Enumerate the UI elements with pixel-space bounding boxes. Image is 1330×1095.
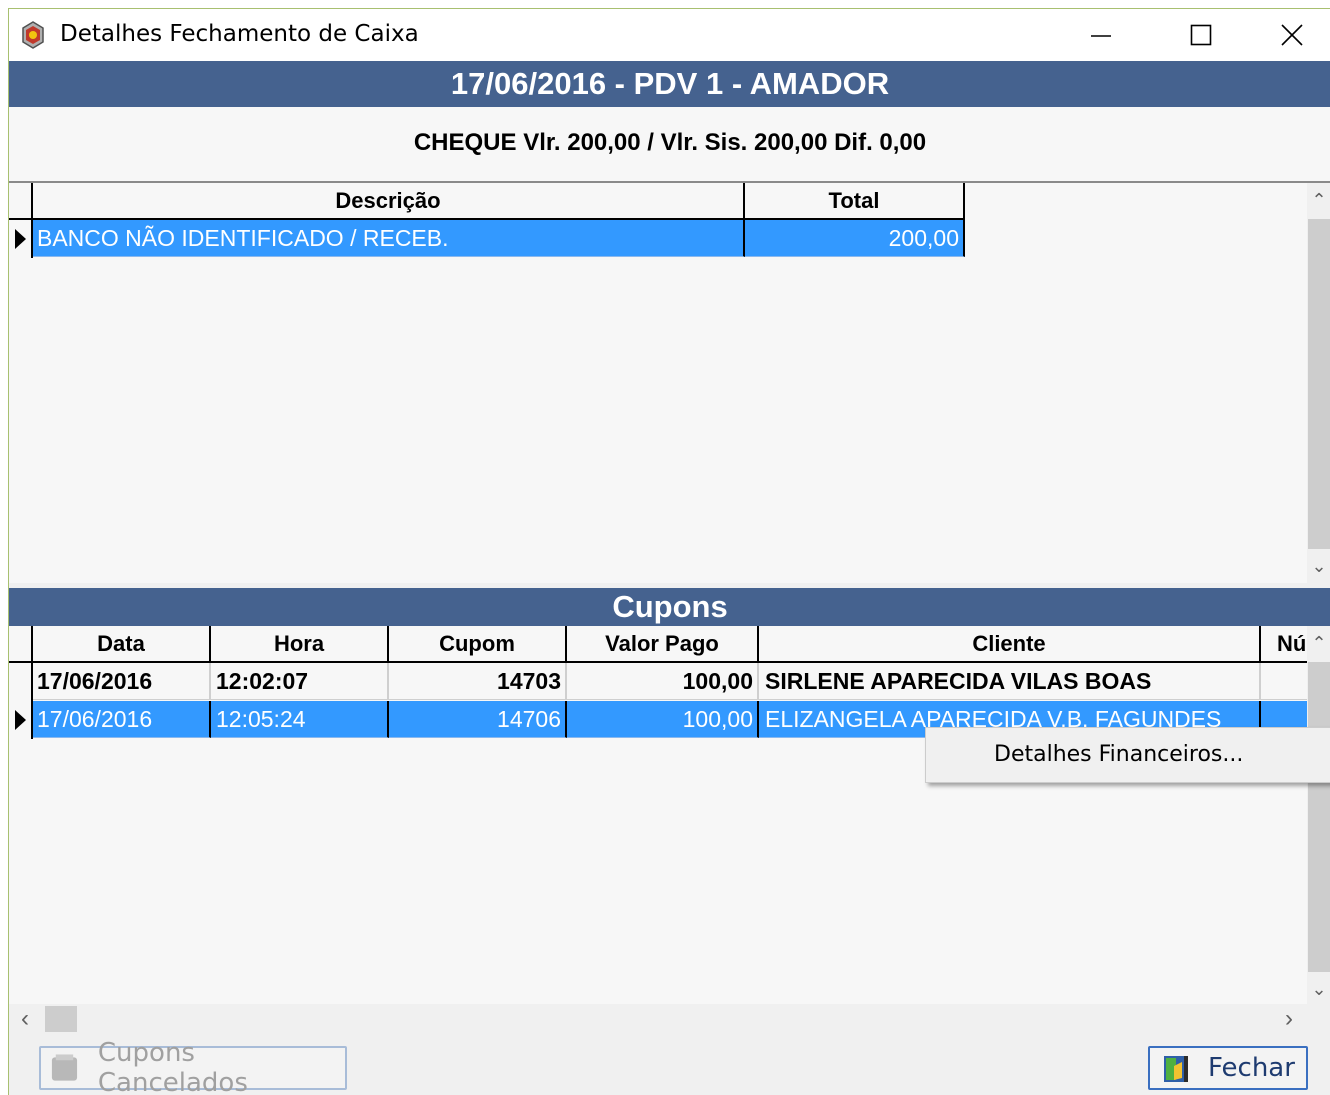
row-indicator xyxy=(9,220,33,258)
menu-item-detalhes-financeiros[interactable]: Detalhes Financeiros... xyxy=(994,742,1243,767)
column-header-hora[interactable]: Hora xyxy=(211,626,389,663)
scroll-thumb[interactable] xyxy=(45,1006,77,1032)
header-title: 17/06/2016 - PDV 1 - AMADOR xyxy=(9,61,1330,107)
close-icon xyxy=(1281,24,1303,46)
column-header-valor-pago[interactable]: Valor Pago xyxy=(567,626,759,663)
context-menu: Detalhes Financeiros... xyxy=(925,727,1330,783)
detalhes-fechamento-window: Detalhes Fechamento de Caixa 17/06/2016 … xyxy=(8,8,1330,1095)
maximize-button[interactable] xyxy=(1155,9,1247,61)
scroll-down-icon[interactable]: ⌄ xyxy=(1307,553,1330,579)
scroll-left-icon[interactable]: ‹ xyxy=(13,1005,37,1032)
table-row-descricao[interactable]: BANCO NÃO IDENTIFICADO / RECEB. xyxy=(33,220,745,257)
grid-indicator-header xyxy=(9,626,33,663)
table-row-total[interactable]: 200,00 xyxy=(745,220,965,257)
window-title: Detalhes Fechamento de Caixa xyxy=(60,21,419,47)
title-bar: Detalhes Fechamento de Caixa xyxy=(9,9,1330,61)
payments-grid[interactable]: Descrição Total BANCO NÃO IDENTIFICADO /… xyxy=(9,181,1330,583)
cupons-title: Cupons xyxy=(9,588,1330,626)
app-icon xyxy=(22,21,44,49)
current-row-arrow-icon xyxy=(15,229,26,249)
column-header-total[interactable]: Total xyxy=(745,183,965,220)
payments-vertical-scrollbar[interactable]: ⌃ ⌄ xyxy=(1307,183,1330,583)
minimize-icon xyxy=(1091,35,1111,37)
fechar-label: Fechar xyxy=(1208,1053,1295,1083)
current-row-arrow-icon xyxy=(15,710,26,730)
column-header-cliente[interactable]: Cliente xyxy=(759,626,1261,663)
table-cell-numero[interactable] xyxy=(1261,663,1307,700)
cancelled-coupons-icon xyxy=(51,1054,78,1081)
table-cell-cupom[interactable]: 14703 xyxy=(389,663,567,700)
summary-text: CHEQUE Vlr. 200,00 / Vlr. Sis. 200,00 Di… xyxy=(413,129,927,156)
column-header-descricao[interactable]: Descrição xyxy=(33,183,745,220)
scroll-down-icon[interactable]: ⌄ xyxy=(1307,976,1330,1002)
scroll-up-icon[interactable]: ⌃ xyxy=(1307,187,1330,213)
maximize-icon xyxy=(1190,24,1212,46)
table-cell-data[interactable]: 17/06/2016 xyxy=(33,701,211,738)
cupons-cancelados-label: Cupons Cancelados xyxy=(97,1038,248,1095)
column-header-numero[interactable]: Nú xyxy=(1261,626,1307,663)
row-indicator xyxy=(9,663,33,701)
table-cell-cliente[interactable]: SIRLENE APARECIDA VILAS BOAS xyxy=(759,663,1261,700)
scroll-right-icon[interactable]: › xyxy=(1277,1005,1301,1032)
table-cell-valor-pago[interactable]: 100,00 xyxy=(567,663,759,700)
summary-panel: CHEQUE Vlr. 200,00 / Vlr. Sis. 200,00 Di… xyxy=(9,107,1330,181)
close-button[interactable] xyxy=(1246,9,1330,61)
table-cell-cupom[interactable]: 14706 xyxy=(389,701,567,738)
cupons-vertical-scrollbar[interactable]: ⌃ ⌄ xyxy=(1307,626,1330,1004)
table-cell-valor-pago[interactable]: 100,00 xyxy=(567,701,759,738)
scroll-up-icon[interactable]: ⌃ xyxy=(1307,630,1330,656)
row-indicator xyxy=(9,701,33,739)
fechar-button[interactable]: Fechar xyxy=(1148,1046,1308,1090)
grid-indicator-header xyxy=(9,183,33,220)
table-cell-hora[interactable]: 12:02:07 xyxy=(211,663,389,700)
cupons-grid[interactable]: Data Hora Cupom Valor Pago Cliente Nú 17… xyxy=(9,626,1330,1004)
cupons-cancelados-button[interactable]: Cupons Cancelados xyxy=(39,1038,347,1095)
scroll-thumb[interactable] xyxy=(1308,662,1330,972)
door-exit-icon xyxy=(1164,1056,1188,1082)
column-header-data[interactable]: Data xyxy=(33,626,211,663)
button-bar: Cupons Cancelados Fechar xyxy=(9,1034,1330,1095)
table-cell-hora[interactable]: 12:05:24 xyxy=(211,701,389,738)
scroll-thumb[interactable] xyxy=(1308,219,1330,549)
cupons-horizontal-scrollbar[interactable]: ‹ › xyxy=(9,1004,1330,1034)
table-cell-data[interactable]: 17/06/2016 xyxy=(33,663,211,700)
column-header-cupom[interactable]: Cupom xyxy=(389,626,567,663)
minimize-button[interactable] xyxy=(1055,9,1147,61)
